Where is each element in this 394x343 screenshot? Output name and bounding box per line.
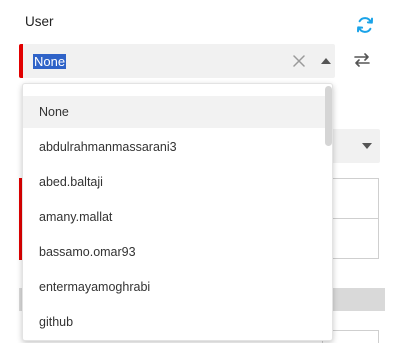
caret-down-icon: [362, 143, 372, 149]
scrollbar-thumb[interactable]: [325, 86, 332, 146]
swap-arrows-icon[interactable]: [353, 53, 371, 67]
dropdown-option[interactable]: amany.mallat: [23, 201, 332, 233]
user-label: User: [25, 14, 54, 29]
dropdown-option[interactable]: github: [23, 306, 332, 338]
dropdown-option[interactable]: bassamo.omar93: [23, 236, 332, 268]
dropdown-option[interactable]: abdulrahmanmassarani3: [23, 131, 332, 163]
caret-up-icon[interactable]: [321, 58, 331, 64]
refresh-icon[interactable]: [355, 15, 375, 35]
user-select-value[interactable]: None: [33, 54, 67, 69]
close-icon[interactable]: [293, 55, 305, 67]
dropdown-option[interactable]: abed.baltaji: [23, 166, 332, 198]
dropdown-option-none[interactable]: None: [23, 96, 332, 128]
user-dropdown-list[interactable]: None abdulrahmanmassarani3 abed.baltaji …: [22, 83, 333, 341]
dropdown-option[interactable]: entermayamoghrabi: [23, 271, 332, 303]
user-select[interactable]: None: [19, 44, 335, 78]
